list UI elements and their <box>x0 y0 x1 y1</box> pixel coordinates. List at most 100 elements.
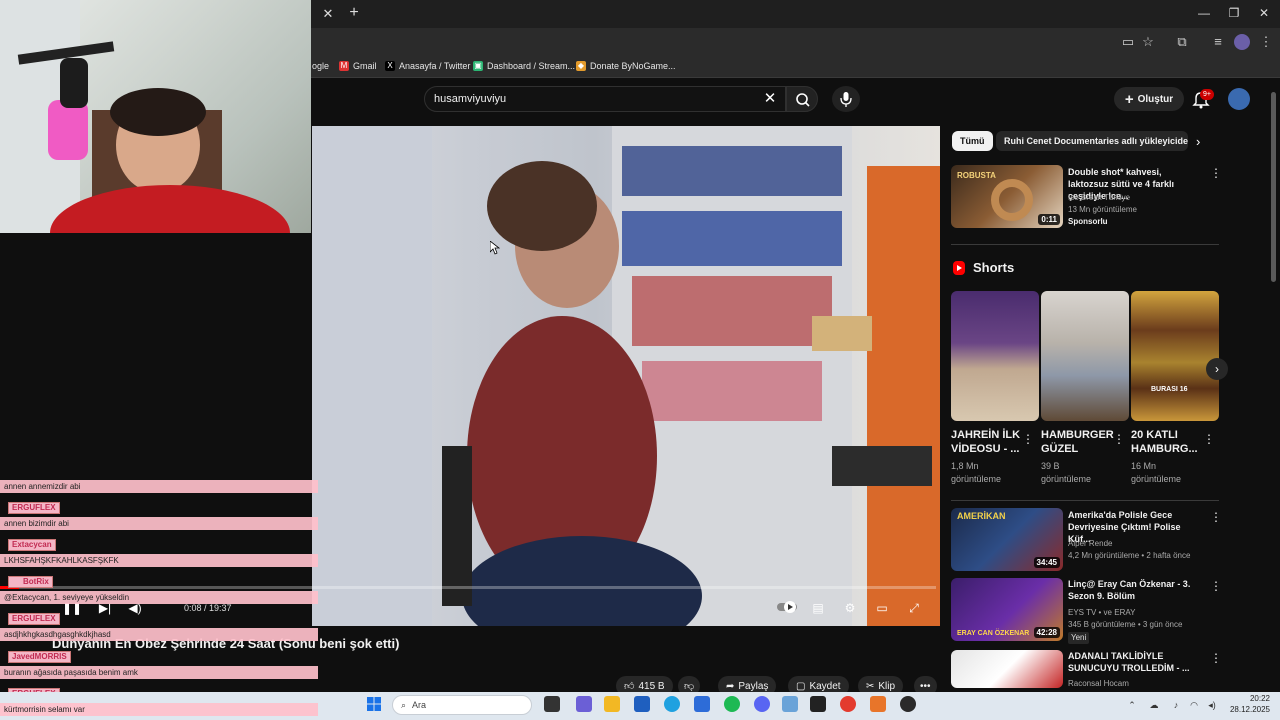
network-icon[interactable]: ☁ <box>1148 699 1160 711</box>
short-thumbnail-3[interactable]: BURASI 16 <box>1131 291 1219 421</box>
search-icon: ⌕ <box>401 699 407 710</box>
video-progress-bar[interactable] <box>0 586 936 589</box>
short-menu-icon[interactable]: ⋮ <box>1203 432 1215 446</box>
fullscreen-icon[interactable]: ⤢ <box>905 600 923 616</box>
video-time: 0:08 / 19:37 <box>184 603 232 613</box>
recommended-channel[interactable]: Raconsal Hocam <box>1068 678 1129 690</box>
bookmark-label: Donate ByNoGame... <box>590 61 676 71</box>
bynogame-icon: ◆ <box>576 61 586 71</box>
chips-next-icon[interactable]: › <box>1196 134 1200 149</box>
window-close-icon[interactable]: ✕ <box>1254 5 1274 21</box>
edge-icon[interactable] <box>664 696 680 712</box>
recommended-title[interactable]: Linç@ Eray Can Özkenar - 3. Sezon 9. Böl… <box>1068 578 1204 602</box>
recommended-menu-icon[interactable]: ⋮ <box>1210 651 1222 665</box>
clock-time[interactable]: 20:22 <box>1238 694 1270 703</box>
short-title[interactable]: 20 KATLI HAMBURG... <box>1131 428 1198 456</box>
share-label: Paylaş <box>738 680 769 692</box>
search-query[interactable]: husamviyuviyu <box>434 93 506 105</box>
voice-search-button[interactable] <box>832 86 860 112</box>
settings-gear-icon[interactable]: ⚙ <box>841 600 859 616</box>
share-icon: ➦ <box>726 680 735 692</box>
recommended-thumbnail[interactable] <box>951 650 1063 688</box>
account-avatar[interactable] <box>1228 88 1250 110</box>
chat-message: asdjhkhgkasdhgasghkdkjhasd <box>0 628 318 641</box>
profile-icon[interactable] <box>1234 34 1250 50</box>
chrome-icon[interactable] <box>840 696 856 712</box>
windows-start-icon[interactable] <box>366 696 382 712</box>
short-views: 1,8 Mn görüntüleme <box>951 461 1002 484</box>
tray-overflow-icon[interactable]: ⌃ <box>1126 699 1138 711</box>
wifi-icon[interactable]: ◠ <box>1188 699 1200 711</box>
capcut-icon[interactable] <box>810 696 826 712</box>
short-thumbnail-1[interactable] <box>951 291 1039 421</box>
bookmark-gmail[interactable]: M Gmail <box>339 61 377 71</box>
recommended-thumbnail[interactable]: ERAY CAN ÖZKENAR 42:28 <box>951 578 1063 641</box>
recommended-title[interactable]: ADANALI TAKLİDİYLE SUNUCUYU TROLLEDİM - … <box>1068 650 1204 674</box>
recommended-menu-icon[interactable]: ⋮ <box>1210 510 1222 524</box>
app-icon[interactable] <box>782 696 798 712</box>
recommended-channel[interactable]: Alper Rende <box>1068 538 1112 550</box>
app-icon[interactable] <box>870 696 886 712</box>
short-thumb-text: BURASI 16 <box>1151 386 1188 393</box>
bookmark-google[interactable]: ogle <box>312 61 329 71</box>
extensions-icon[interactable]: ⧉ <box>1174 34 1190 50</box>
new-tab-button[interactable]: + <box>346 4 362 22</box>
short-thumbnail-2[interactable] <box>1041 291 1129 421</box>
store-icon[interactable] <box>634 696 650 712</box>
recommended-channel[interactable]: EYS TV • ve ERAY <box>1068 607 1135 619</box>
sponsored-thumbnail[interactable]: ROBUSTA 0:11 <box>951 165 1063 228</box>
shorts-logo-icon <box>952 261 966 275</box>
thumbs-up-icon: 👍︎ <box>624 681 635 692</box>
short-menu-icon[interactable]: ⋮ <box>1113 432 1125 446</box>
recommended-meta: 4,2 Mn görüntüleme • 2 hafta önce <box>1068 551 1191 560</box>
page-scrollbar[interactable] <box>1271 92 1276 282</box>
chip-all[interactable]: Tümü <box>952 131 993 151</box>
search-button[interactable] <box>786 86 818 112</box>
chat-username: ERGUFLEX <box>8 613 60 625</box>
chat-message: annen annemizdir abi <box>0 480 318 493</box>
recommended-menu-icon[interactable]: ⋮ <box>1210 579 1222 593</box>
browser-menu-icon[interactable]: ⋮ <box>1258 34 1274 50</box>
tab-close-icon[interactable]: ✕ <box>320 6 336 22</box>
video-player[interactable] <box>312 126 940 626</box>
obs-icon[interactable] <box>900 696 916 712</box>
miniplayer-icon[interactable]: ▭ <box>873 600 891 616</box>
widgets-icon[interactable] <box>576 696 592 712</box>
clock-date[interactable]: 28.12.2025 <box>1226 705 1270 714</box>
create-button[interactable]: + Oluştur <box>1114 87 1184 111</box>
reading-list-icon[interactable]: ≡ <box>1210 34 1226 50</box>
volume-tray-icon[interactable]: ◂) <box>1206 699 1218 711</box>
taskbar-search[interactable]: ⌕ Ara <box>392 695 532 715</box>
spotify-icon[interactable] <box>724 696 740 712</box>
cast-icon[interactable]: ▭ <box>1120 34 1136 50</box>
short-menu-icon[interactable]: ⋮ <box>1022 432 1034 446</box>
search-clear-icon[interactable]: ✕ <box>762 90 778 108</box>
recommended-thumbnail[interactable]: AMERİKAN 34:45 <box>951 508 1063 571</box>
save-label: Kaydet <box>809 680 841 692</box>
task-view-icon[interactable] <box>544 696 560 712</box>
sponsored-menu-icon[interactable]: ⋮ <box>1210 166 1222 180</box>
sponsored-channel[interactable]: Ice Break Türkiye <box>1068 192 1130 204</box>
shorts-next-button[interactable]: › <box>1206 358 1228 380</box>
like-count: 415 B <box>638 680 665 692</box>
chip-uploader[interactable]: Ruhi Cenet Documentaries adlı yükleyicid… <box>996 131 1188 151</box>
maximize-icon[interactable]: ❐ <box>1224 5 1244 21</box>
bookmark-dashboard[interactable]: ▣ Dashboard / Stream... <box>473 61 575 71</box>
microphone-tray-icon[interactable]: ♪ <box>1170 699 1182 711</box>
subtitles-icon[interactable]: ▤ <box>809 600 827 616</box>
outlook-icon[interactable] <box>694 696 710 712</box>
file-explorer-icon[interactable] <box>604 696 620 712</box>
gmail-icon: M <box>339 61 349 71</box>
microphone-icon <box>840 92 852 107</box>
short-title[interactable]: HAMBURGER GÜZEL <box>1041 428 1114 456</box>
bookmark-label: Dashboard / Stream... <box>487 61 576 71</box>
discord-icon[interactable] <box>754 696 770 712</box>
bookmark-star-icon[interactable]: ☆ <box>1140 34 1156 50</box>
bookmark-twitter[interactable]: X Anasayfa / Twitter <box>385 61 470 71</box>
chat-message: LKHSFAHŞKFKAHLKASFŞKFK <box>0 554 318 567</box>
minimize-icon[interactable]: — <box>1194 5 1214 21</box>
chat-username: BotRix <box>8 576 53 588</box>
autoplay-toggle-icon[interactable] <box>776 600 798 616</box>
bookmark-bynogame[interactable]: ◆ Donate ByNoGame... <box>576 61 676 71</box>
short-title[interactable]: JAHREİN İLK VİDEOSU - ... <box>951 428 1021 456</box>
